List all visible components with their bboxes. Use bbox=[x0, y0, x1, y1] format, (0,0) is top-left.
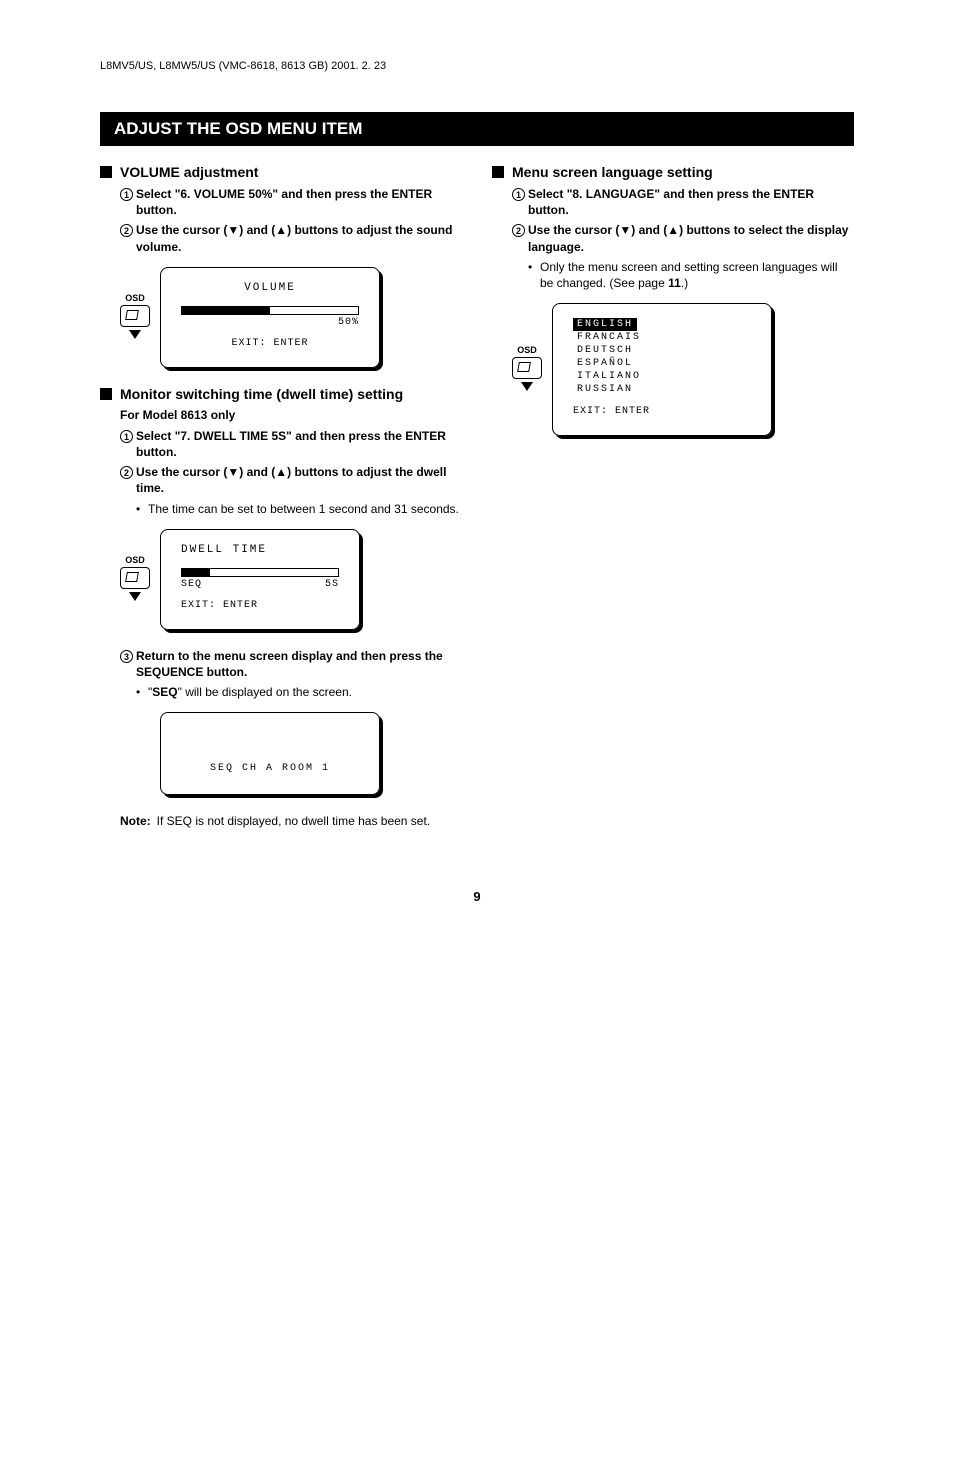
lang-bullet: • Only the menu screen and setting scree… bbox=[528, 259, 854, 291]
lang-opt-italiano: ITALIANO bbox=[573, 370, 751, 383]
volume-step-2-text: Use the cursor (▼) and (▲) buttons to ad… bbox=[136, 222, 462, 254]
dwell-step-3: 3 Return to the menu screen display and … bbox=[120, 648, 462, 680]
dwell-note: Note: If SEQ is not displayed, no dwell … bbox=[120, 813, 462, 829]
dwell-bullet-text: The time can be set to between 1 second … bbox=[148, 501, 459, 517]
dwell-screen: DWELL TIME SEQ 5S EXIT: ENTER bbox=[160, 529, 360, 630]
step-number-icon: 2 bbox=[120, 464, 136, 496]
screen-title: VOLUME bbox=[181, 282, 359, 294]
language-heading: Menu screen language setting bbox=[492, 164, 854, 180]
volume-bar bbox=[181, 306, 359, 315]
step-number-icon: 1 bbox=[120, 186, 136, 218]
square-bullet-icon bbox=[100, 166, 112, 178]
volume-step-1: 1 Select "6. VOLUME 50%" and then press … bbox=[120, 186, 462, 218]
osd-button-icon bbox=[512, 357, 542, 379]
language-figure: OSD ENGLISH FRANCAIS DEUTSCH ESPAÑOL ITA… bbox=[512, 303, 854, 436]
volume-value: 50% bbox=[181, 317, 359, 328]
seq-screen-text: SEQ CH A ROOM 1 bbox=[181, 723, 359, 780]
lang-opt-francais: FRANCAIS bbox=[573, 331, 751, 344]
dwell-figure: OSD DWELL TIME SEQ 5S EXIT: ENTER bbox=[120, 529, 462, 630]
step-number-icon: 1 bbox=[512, 186, 528, 218]
osd-label: OSD bbox=[517, 345, 537, 355]
dwell-bullet-3-text: "SEQ" will be displayed on the screen. bbox=[148, 684, 352, 700]
bullet-dot-icon: • bbox=[136, 501, 148, 517]
lang-opt-russian: RUSSIAN bbox=[573, 383, 751, 396]
lang-step-2: 2 Use the cursor (▼) and (▲) buttons to … bbox=[512, 222, 854, 254]
arrow-down-icon bbox=[521, 382, 533, 391]
seq-screen: SEQ CH A ROOM 1 bbox=[160, 712, 380, 795]
step-number-icon: 2 bbox=[512, 222, 528, 254]
header-reference: L8MV5/US, L8MW5/US (VMC-8618, 8613 GB) 2… bbox=[40, 60, 914, 72]
volume-figure: OSD VOLUME 50% EXIT: ENTER bbox=[120, 267, 462, 368]
lang-step-1-text: Select "8. LANGUAGE" and then press the … bbox=[528, 186, 854, 218]
dwell-step-3-text: Return to the menu screen display and th… bbox=[136, 648, 462, 680]
step-number-icon: 3 bbox=[120, 648, 136, 680]
language-screen: ENGLISH FRANCAIS DEUTSCH ESPAÑOL ITALIAN… bbox=[552, 303, 772, 436]
lang-opt-english: ENGLISH bbox=[573, 318, 637, 331]
dwell-seq-label: SEQ bbox=[181, 579, 202, 590]
osd-button-graphic: OSD bbox=[512, 345, 542, 394]
lang-opt-deutsch: DEUTSCH bbox=[573, 344, 751, 357]
volume-heading-text: VOLUME adjustment bbox=[120, 164, 258, 180]
volume-step-1-text: Select "6. VOLUME 50%" and then press th… bbox=[136, 186, 462, 218]
bullet-dot-icon: • bbox=[528, 259, 540, 291]
osd-button-icon bbox=[120, 305, 150, 327]
screen-title: DWELL TIME bbox=[181, 544, 339, 556]
screen-exit: EXIT: ENTER bbox=[181, 338, 359, 349]
screen-exit: EXIT: ENTER bbox=[181, 600, 339, 611]
dwell-heading-text: Monitor switching time (dwell time) sett… bbox=[120, 386, 403, 402]
language-list: ENGLISH FRANCAIS DEUTSCH ESPAÑOL ITALIAN… bbox=[573, 318, 751, 396]
screen-exit: EXIT: ENTER bbox=[573, 406, 751, 417]
dwell-bullet: • The time can be set to between 1 secon… bbox=[136, 501, 462, 517]
osd-button-icon bbox=[120, 567, 150, 589]
square-bullet-icon bbox=[492, 166, 504, 178]
note-text: If SEQ is not displayed, no dwell time h… bbox=[157, 813, 430, 829]
arrow-down-icon bbox=[129, 330, 141, 339]
osd-label: OSD bbox=[125, 293, 145, 303]
lang-opt-espanol: ESPAÑOL bbox=[573, 357, 751, 370]
page-number: 9 bbox=[40, 889, 914, 904]
note-label: Note: bbox=[120, 813, 151, 829]
step-number-icon: 2 bbox=[120, 222, 136, 254]
lang-bullet-text: Only the menu screen and setting screen … bbox=[540, 259, 854, 291]
dwell-bullet-3: • "SEQ" will be displayed on the screen. bbox=[136, 684, 462, 700]
page-title: ADJUST THE OSD MENU ITEM bbox=[100, 112, 854, 146]
osd-label: OSD bbox=[125, 555, 145, 565]
dwell-step-1-text: Select "7. DWELL TIME 5S" and then press… bbox=[136, 428, 462, 460]
language-heading-text: Menu screen language setting bbox=[512, 164, 713, 180]
bullet-dot-icon: • bbox=[136, 684, 148, 700]
square-bullet-icon bbox=[100, 388, 112, 400]
volume-screen: VOLUME 50% EXIT: ENTER bbox=[160, 267, 380, 368]
seq-figure: SEQ CH A ROOM 1 bbox=[160, 712, 462, 795]
dwell-bar bbox=[181, 568, 339, 577]
osd-button-graphic: OSD bbox=[120, 293, 150, 342]
dwell-seconds: 5S bbox=[325, 579, 339, 590]
dwell-step-2-text: Use the cursor (▼) and (▲) buttons to ad… bbox=[136, 464, 462, 496]
dwell-step-1: 1 Select "7. DWELL TIME 5S" and then pre… bbox=[120, 428, 462, 460]
left-column: VOLUME adjustment 1 Select "6. VOLUME 50… bbox=[100, 164, 462, 829]
lang-step-1: 1 Select "8. LANGUAGE" and then press th… bbox=[512, 186, 854, 218]
dwell-heading: Monitor switching time (dwell time) sett… bbox=[100, 386, 462, 402]
step-number-icon: 1 bbox=[120, 428, 136, 460]
dwell-model-note: For Model 8613 only bbox=[120, 408, 462, 422]
osd-button-graphic: OSD bbox=[120, 555, 150, 604]
arrow-down-icon bbox=[129, 592, 141, 601]
volume-step-2: 2 Use the cursor (▼) and (▲) buttons to … bbox=[120, 222, 462, 254]
dwell-step-2: 2 Use the cursor (▼) and (▲) buttons to … bbox=[120, 464, 462, 496]
right-column: Menu screen language setting 1 Select "8… bbox=[492, 164, 854, 829]
lang-step-2-text: Use the cursor (▼) and (▲) buttons to se… bbox=[528, 222, 854, 254]
volume-heading: VOLUME adjustment bbox=[100, 164, 462, 180]
